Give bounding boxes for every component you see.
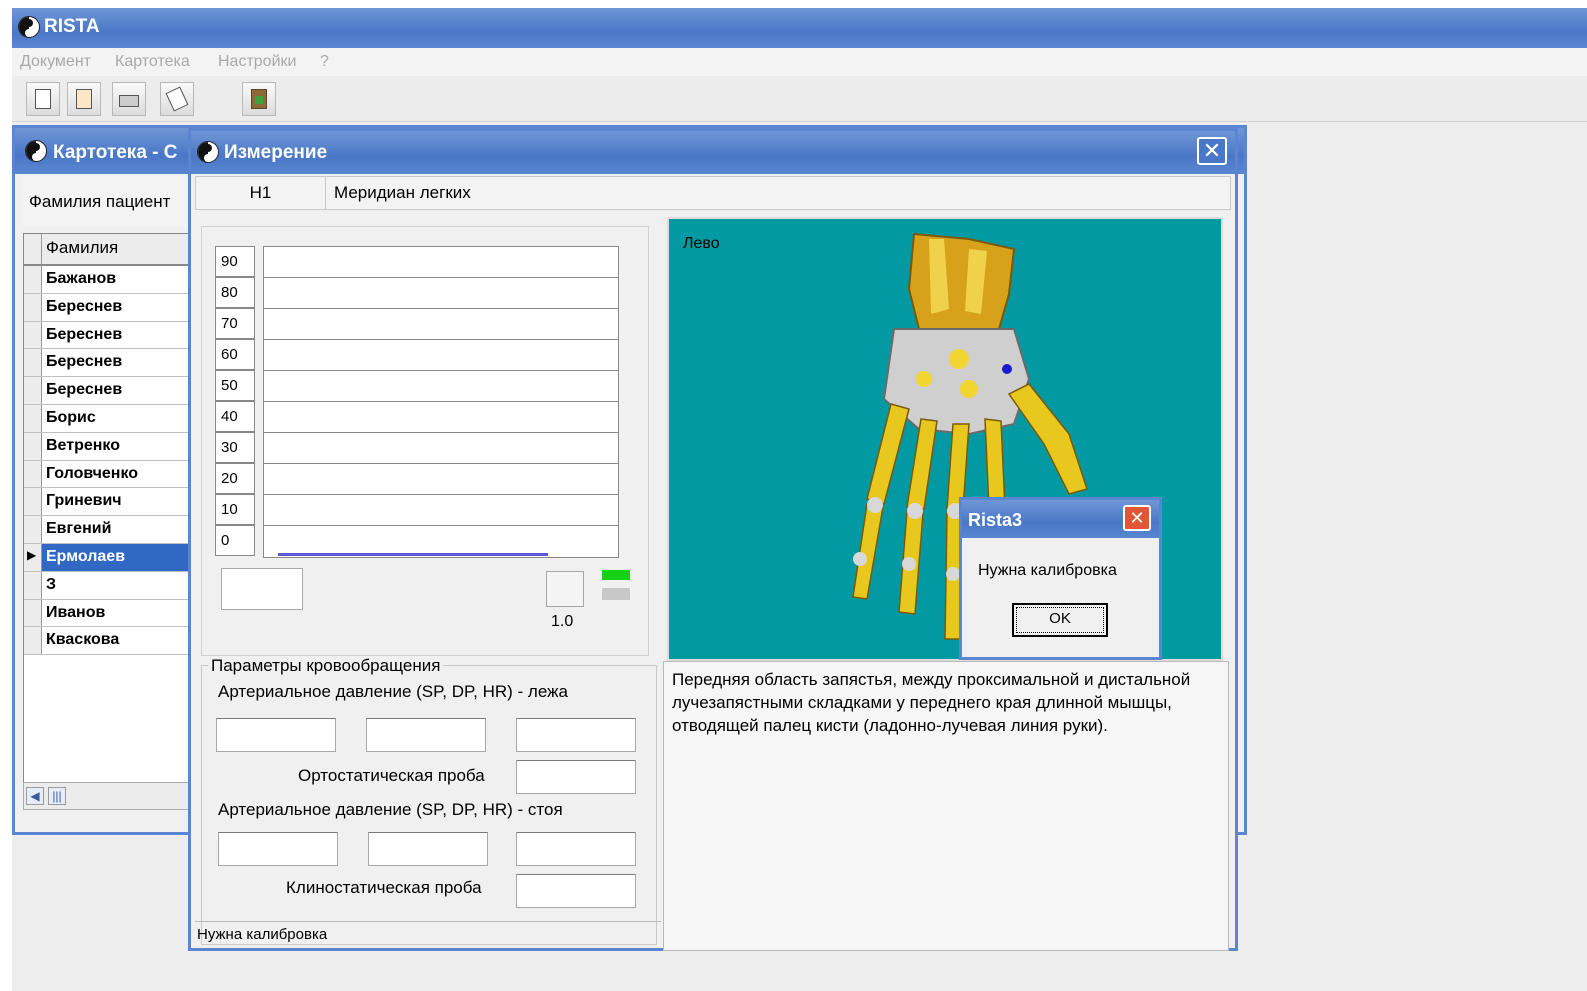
open-document-icon (76, 89, 92, 109)
kartoteka-title: Картотека - С (53, 142, 178, 163)
dialog-close-button[interactable]: ✕ (1123, 505, 1151, 531)
standing-dp-field[interactable] (368, 832, 488, 866)
clino-test-label: Клиностатическая проба (286, 878, 482, 897)
column-header-surname: Фамилия (46, 238, 119, 257)
lying-sp-field[interactable] (216, 718, 336, 752)
patient-table-hscroll[interactable]: ◀ ||| (23, 782, 195, 810)
measurement-title: Измерение (224, 142, 328, 163)
menu-kartoteka[interactable]: Картотека (115, 53, 190, 71)
table-row[interactable]: Береснев (24, 293, 194, 322)
signal-indicator-gray (602, 588, 630, 600)
measurement-statusbar: Нужна калибровка (195, 921, 661, 947)
table-row[interactable]: Гриневич (24, 488, 194, 517)
ortho-test-field[interactable] (516, 760, 636, 794)
measurement-yinyang-icon (197, 141, 219, 163)
measurement-scale: 90 80 70 60 50 40 30 20 10 0 (215, 246, 257, 558)
dialog-message: Нужна калибровка (978, 562, 1117, 579)
coefficient-button[interactable] (546, 571, 584, 607)
scale-label: 10 (215, 494, 255, 525)
kartoteka-yinyang-icon (25, 140, 47, 162)
exit-button[interactable] (242, 82, 276, 116)
new-document-icon (35, 89, 51, 109)
copy-document-button[interactable] (160, 82, 194, 116)
scale-label: 90 (215, 246, 255, 277)
toolbar (12, 76, 1587, 122)
scale-label: 80 (215, 277, 255, 308)
coefficient-value: 1.0 (551, 613, 574, 630)
table-row[interactable]: Головченко (24, 460, 194, 489)
standing-hr-field[interactable] (516, 832, 636, 866)
open-document-button[interactable] (67, 82, 101, 116)
circulation-legend: Параметры кровообращения (208, 656, 444, 676)
menu-document[interactable]: Документ (20, 53, 91, 71)
table-row[interactable]: Ветренко (24, 432, 194, 461)
app-yinyang-icon (18, 16, 40, 38)
menu-settings[interactable]: Настройки (218, 53, 296, 71)
scale-label: 30 (215, 432, 255, 463)
ok-button[interactable]: OK (1012, 603, 1108, 637)
copy-document-icon (165, 86, 189, 112)
scale-label: 0 (215, 525, 255, 556)
table-row[interactable]: Бажанов (24, 266, 194, 294)
table-row[interactable]: Иванов (24, 599, 194, 628)
meridian-name: Меридиан легких (334, 183, 471, 202)
standing-sp-field[interactable] (218, 832, 338, 866)
table-row[interactable]: Береснев (24, 377, 194, 405)
table-row[interactable]: Береснев (24, 349, 194, 378)
dialog-title: Rista3 (968, 510, 1023, 530)
point-description-text: Передняя область запястья, между проксим… (672, 670, 1191, 735)
table-row[interactable]: Евгений (24, 516, 194, 544)
scale-label: 40 (215, 401, 255, 432)
exit-icon (251, 89, 267, 109)
print-button[interactable] (112, 82, 146, 116)
menubar: Документ Картотека Настройки ? (12, 48, 1587, 76)
measurement-value-field[interactable] (221, 568, 303, 610)
patient-table: Фамилия Бажанов Береснев Береснев Бересн… (23, 233, 195, 793)
measurement-bar-area (263, 246, 619, 558)
status-text: Нужна калибровка (197, 926, 328, 943)
lying-hr-field[interactable] (516, 718, 636, 752)
menu-help[interactable]: ? (320, 53, 329, 71)
table-row[interactable]: Кваскова (24, 627, 194, 656)
meridian-bar: H1 Меридиан легких (195, 176, 1231, 210)
close-icon: ✕ (1202, 138, 1222, 163)
measurement-titlebar[interactable]: Измерение ✕ (191, 131, 1235, 174)
ortho-test-label: Ортостатическая проба (298, 766, 485, 785)
patient-filter: Фамилия пациент (23, 176, 195, 226)
scale-label: 70 (215, 308, 255, 339)
table-row-selected[interactable]: Ермолаев (24, 543, 194, 572)
point-description-panel: Передняя область запястья, между проксим… (663, 661, 1229, 951)
table-row[interactable]: Береснев (24, 321, 194, 350)
table-row[interactable]: З (24, 571, 194, 600)
lying-pressure-label: Артериальное давление (SP, DP, HR) - леж… (218, 682, 568, 701)
calibration-dialog: Rista3 ✕ Нужна калибровка OK (959, 497, 1162, 660)
signal-indicator-green (602, 570, 630, 580)
clino-test-field[interactable] (516, 874, 636, 908)
main-titlebar[interactable]: RISTA (12, 8, 1587, 48)
lying-dp-field[interactable] (366, 718, 486, 752)
print-icon (119, 95, 139, 107)
scale-label: 50 (215, 370, 255, 401)
row-pointer-icon (24, 543, 42, 571)
meridian-code: H1 (196, 177, 326, 209)
circulation-group: Параметры кровообращения Артериальное да… (201, 656, 657, 945)
scale-label: 20 (215, 463, 255, 494)
table-row[interactable]: Борис (24, 404, 194, 433)
scroll-left-icon[interactable]: ◀ (26, 787, 44, 805)
app-title: RISTA (44, 16, 100, 37)
measurement-level-line (278, 553, 548, 556)
scroll-thumb[interactable]: ||| (48, 787, 66, 805)
close-icon: ✕ (1129, 508, 1145, 528)
standing-pressure-label: Артериальное давление (SP, DP, HR) - сто… (218, 800, 563, 819)
scale-label: 60 (215, 339, 255, 370)
patient-filter-label: Фамилия пациент (29, 192, 171, 211)
patient-table-header[interactable]: Фамилия (24, 234, 194, 266)
dialog-titlebar[interactable]: Rista3 ✕ (962, 500, 1159, 538)
measurement-close-button[interactable]: ✕ (1197, 137, 1227, 165)
new-document-button[interactable] (26, 82, 60, 116)
